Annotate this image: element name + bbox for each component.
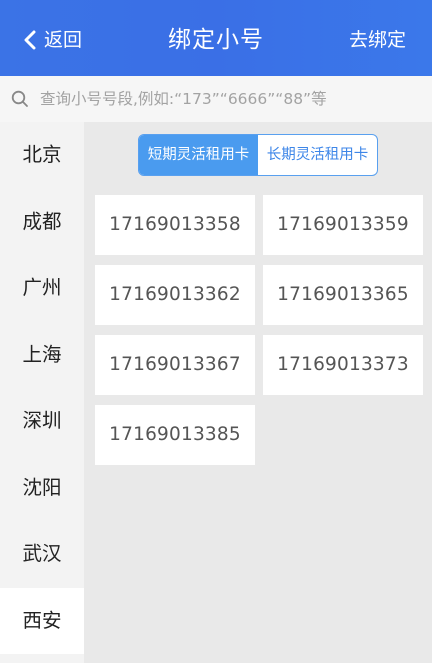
sidebar-item-chengdu[interactable]: 成都 <box>0 189 84 256</box>
tab-long-term[interactable]: 长期灵活租用卡 <box>258 135 377 175</box>
search-bar <box>0 76 432 122</box>
sidebar-item-wuhan[interactable]: 武汉 <box>0 521 84 588</box>
go-bind-button[interactable]: 去绑定 <box>349 26 406 54</box>
number-option[interactable]: 17169013359 <box>263 195 423 255</box>
sidebar-item-shanghai[interactable]: 上海 <box>0 322 84 389</box>
tab-short-term[interactable]: 短期灵活租用卡 <box>139 135 258 175</box>
number-panel: 短期灵活租用卡 长期灵活租用卡 17169013358 17169013359 … <box>84 122 432 663</box>
sidebar-item-shenzhen[interactable]: 深圳 <box>0 388 84 455</box>
number-option[interactable]: 17169013365 <box>263 265 423 325</box>
search-input[interactable] <box>40 84 432 114</box>
number-option[interactable]: 17169013367 <box>95 335 255 395</box>
sidebar-item-guangzhou[interactable]: 广州 <box>0 255 84 322</box>
card-type-toggle: 短期灵活租用卡 长期灵活租用卡 <box>138 134 378 176</box>
sidebar-item-xian[interactable]: 西安 <box>0 587 84 654</box>
number-option[interactable]: 17169013362 <box>95 265 255 325</box>
city-sidebar: 北京 成都 广州 上海 深圳 沈阳 武汉 西安 <box>0 122 84 663</box>
number-option[interactable]: 17169013373 <box>263 335 423 395</box>
sidebar-item-shenyang[interactable]: 沈阳 <box>0 455 84 522</box>
number-option[interactable]: 17169013358 <box>95 195 255 255</box>
number-grid: 17169013358 17169013359 17169013362 1716… <box>95 195 423 465</box>
header-bar: 返回 绑定小号 去绑定 <box>0 0 432 76</box>
search-icon <box>11 90 28 107</box>
number-option[interactable]: 17169013385 <box>95 405 255 465</box>
sidebar-item-beijing[interactable]: 北京 <box>0 122 84 189</box>
